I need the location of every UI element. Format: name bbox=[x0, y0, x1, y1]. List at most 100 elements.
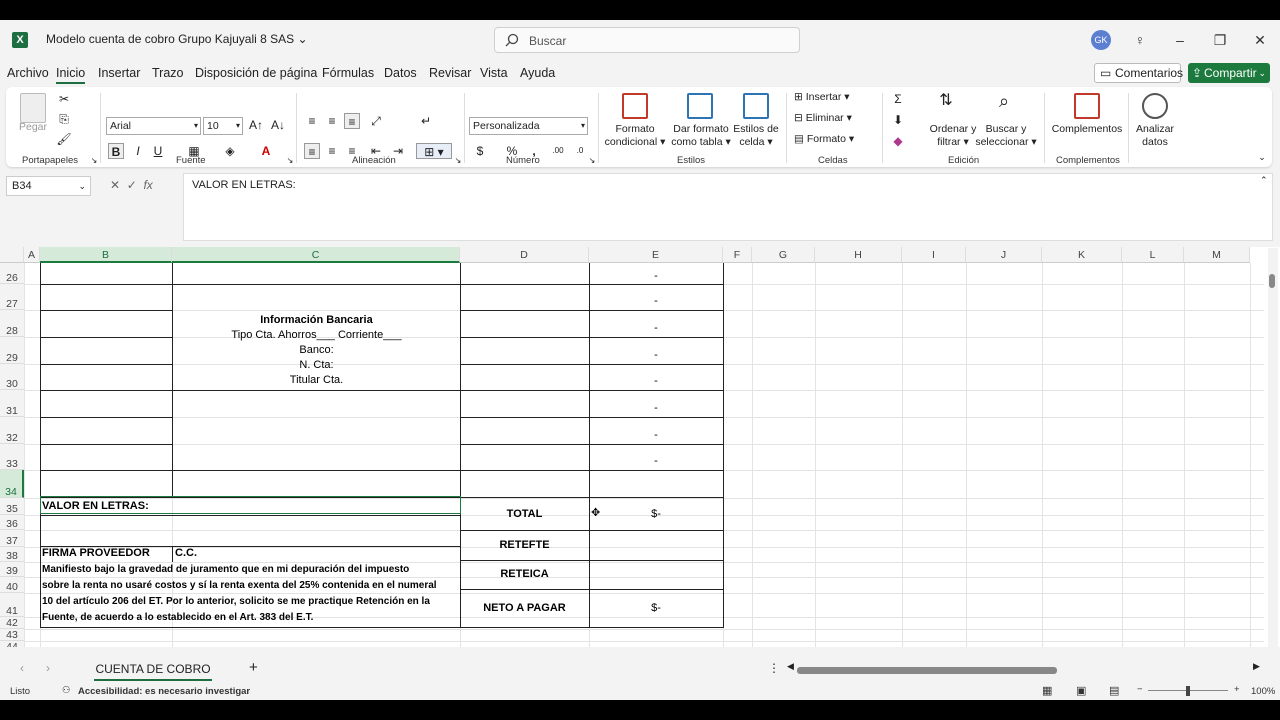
align-center-icon[interactable]: ≡ bbox=[324, 143, 340, 159]
row-header-31[interactable]: 31 bbox=[0, 390, 24, 417]
cell-e-dash[interactable]: - bbox=[589, 375, 723, 387]
align-bottom-icon[interactable]: ≡ bbox=[344, 113, 360, 129]
zoom-slider-thumb[interactable] bbox=[1186, 686, 1190, 696]
increase-decimal-icon[interactable]: .00 bbox=[550, 143, 566, 159]
bold-icon[interactable]: B bbox=[108, 143, 124, 159]
scroll-left-icon[interactable]: ◀ bbox=[787, 661, 794, 672]
cell-cc[interactable]: C.C. bbox=[175, 547, 275, 559]
worksheet-grid[interactable]: A B C D E F G H I J K L M 26 27 28 29 30 31 32 33 34 35 36 37 38 3… bbox=[0, 247, 1280, 647]
collapse-formula-icon[interactable]: ⌃ bbox=[1260, 175, 1268, 186]
cell-manifiesto-line[interactable]: 10 del artículo 206 del ET. Por lo anter… bbox=[42, 596, 460, 607]
increase-font-icon[interactable]: A↑ bbox=[248, 117, 264, 133]
format-as-table-icon[interactable] bbox=[687, 93, 713, 119]
cell-e-dash[interactable]: - bbox=[589, 322, 723, 334]
sheet-tab-cuenta-de-cobro[interactable]: CUENTA DE COBRO bbox=[94, 659, 212, 681]
bank-info-bank[interactable]: Banco: bbox=[172, 344, 461, 356]
format-cells-button[interactable]: ▤ Formato ▾ bbox=[794, 133, 854, 146]
cell-neto-label[interactable]: NETO A PAGAR bbox=[460, 602, 589, 614]
cell-e-dash[interactable]: - bbox=[589, 270, 723, 282]
column-header-j[interactable]: J bbox=[966, 247, 1042, 263]
decrease-font-icon[interactable]: A↓ bbox=[270, 117, 286, 133]
page-break-icon[interactable]: ▤ bbox=[1109, 684, 1119, 697]
font-name-select[interactable]: Arial ▾ bbox=[106, 117, 201, 135]
add-sheet-icon[interactable]: + bbox=[249, 659, 258, 676]
column-header-g[interactable]: G bbox=[752, 247, 815, 263]
row-header-27[interactable]: 27 bbox=[0, 284, 24, 310]
row-header-29[interactable]: 29 bbox=[0, 337, 24, 364]
cell-retefte-label[interactable]: RETEFTE bbox=[460, 539, 589, 551]
column-header-i[interactable]: I bbox=[902, 247, 966, 263]
align-top-icon[interactable]: ≡ bbox=[304, 113, 320, 129]
currency-icon[interactable]: $ bbox=[472, 143, 488, 159]
page-layout-icon[interactable]: ▣ bbox=[1076, 684, 1086, 697]
more-options-icon[interactable]: ⋮ bbox=[768, 661, 780, 675]
cell-manifiesto-line[interactable]: sobre la renta no usaré costos y sí la r… bbox=[42, 580, 460, 591]
row-header-38[interactable]: 38 bbox=[0, 547, 24, 562]
tab-archivo[interactable]: Archivo bbox=[7, 66, 49, 80]
row-header-42[interactable]: 42 bbox=[0, 617, 24, 629]
bank-info-account-number[interactable]: N. Cta: bbox=[172, 359, 461, 371]
merge-center-icon[interactable]: ⊞ ▾ bbox=[416, 143, 452, 159]
column-header-a[interactable]: A bbox=[24, 247, 40, 263]
find-select-button[interactable]: Buscar y seleccionar ▾ bbox=[974, 123, 1038, 149]
scroll-right-icon[interactable]: ▶ bbox=[1253, 661, 1260, 672]
copy-icon[interactable]: ⎘ bbox=[56, 111, 72, 127]
row-header-41[interactable]: 41 bbox=[0, 593, 24, 617]
row-header-30[interactable]: 30 bbox=[0, 364, 24, 390]
column-header-b[interactable]: B bbox=[40, 247, 172, 263]
cell-valor-en-letras[interactable]: VALOR EN LETRAS: bbox=[42, 500, 342, 512]
zoom-out-icon[interactable]: − bbox=[1137, 684, 1143, 695]
row-header-37[interactable]: 37 bbox=[0, 530, 24, 547]
paste-icon[interactable] bbox=[20, 93, 46, 123]
formula-input[interactable]: VALOR EN LETRAS: bbox=[183, 173, 1273, 241]
cell-e-dash[interactable]: - bbox=[589, 455, 723, 467]
bank-info-account-type[interactable]: Tipo Cta. Ahorros___ Corriente___ bbox=[172, 329, 461, 341]
cell-e-dash[interactable]: - bbox=[589, 429, 723, 441]
row-header-44[interactable]: 44 bbox=[0, 641, 24, 647]
cell-manifiesto-line[interactable]: Fuente, de acuerdo a lo establecido en e… bbox=[42, 612, 460, 623]
analyze-data-button[interactable]: Analizar datos bbox=[1130, 123, 1180, 149]
normal-view-icon[interactable]: ▦ bbox=[1042, 684, 1052, 697]
column-header-k[interactable]: K bbox=[1042, 247, 1122, 263]
bank-info-title[interactable]: Información Bancaria bbox=[172, 314, 461, 326]
cell-total-value[interactable]: $- bbox=[589, 508, 723, 520]
addins-icon[interactable] bbox=[1074, 93, 1100, 119]
autosum-icon[interactable]: Σ bbox=[890, 91, 906, 107]
row-header-34[interactable]: 34 bbox=[0, 470, 24, 498]
format-painter-icon[interactable]: 🖌 bbox=[56, 131, 72, 147]
align-middle-icon[interactable]: ≡ bbox=[324, 113, 340, 129]
cell-e-dash[interactable]: - bbox=[589, 349, 723, 361]
tab-ayuda[interactable]: Ayuda bbox=[520, 66, 555, 80]
column-header-f[interactable]: F bbox=[723, 247, 752, 263]
tab-datos[interactable]: Datos bbox=[384, 66, 417, 80]
tab-trazo[interactable]: Trazo bbox=[152, 66, 184, 80]
restore-icon[interactable]: ❐ bbox=[1212, 32, 1228, 48]
collapse-ribbon-icon[interactable]: ⌄ bbox=[1254, 149, 1270, 165]
fx-icon[interactable]: fx bbox=[143, 178, 152, 192]
column-header-d[interactable]: D bbox=[460, 247, 589, 263]
row-header-36[interactable]: 36 bbox=[0, 515, 24, 530]
column-header-m[interactable]: M bbox=[1184, 247, 1250, 263]
row-header-40[interactable]: 40 bbox=[0, 577, 24, 593]
row-header-26[interactable]: 26 bbox=[0, 263, 24, 284]
cell-e-dash[interactable]: - bbox=[589, 295, 723, 307]
cell-styles-button[interactable]: Estilos de celda ▾ bbox=[730, 123, 782, 149]
delete-cells-button[interactable]: ⊟ Eliminar ▾ bbox=[794, 112, 852, 125]
tab-inicio[interactable]: Inicio bbox=[56, 66, 86, 84]
column-header-h[interactable]: H bbox=[815, 247, 902, 263]
cut-icon[interactable]: ✂ bbox=[56, 91, 72, 107]
cell-e-dash[interactable]: - bbox=[589, 402, 723, 414]
share-button[interactable]: ⇪ Compartir ⌄ bbox=[1188, 63, 1270, 83]
underline-icon[interactable]: U bbox=[150, 143, 166, 159]
column-header-e[interactable]: E bbox=[589, 247, 723, 263]
fill-icon[interactable]: ⬇ bbox=[890, 112, 906, 128]
vscroll-thumb[interactable] bbox=[1269, 274, 1275, 288]
row-header-39[interactable]: 39 bbox=[0, 562, 24, 577]
lightbulb-icon[interactable]: ♀ bbox=[1132, 32, 1148, 48]
column-header-l[interactable]: L bbox=[1122, 247, 1184, 263]
find-select-icon[interactable]: ⌕ bbox=[996, 92, 1012, 110]
zoom-in-icon[interactable]: + bbox=[1234, 684, 1240, 695]
row-header-35[interactable]: 35 bbox=[0, 498, 24, 515]
sort-filter-icon[interactable]: ⇅ bbox=[938, 93, 954, 109]
tab-revisar[interactable]: Revisar bbox=[429, 66, 471, 80]
